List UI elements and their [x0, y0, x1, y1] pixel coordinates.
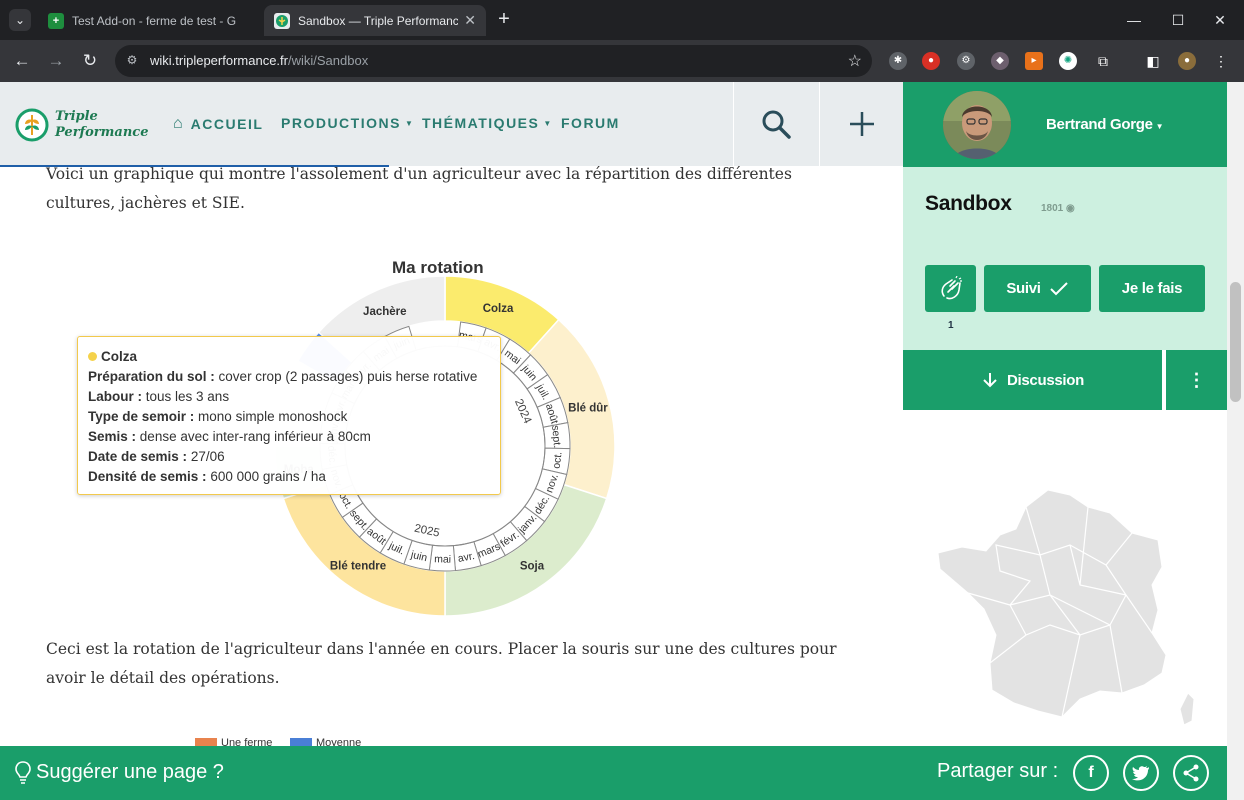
outro-paragraph: Ceci est la rotation de l'agriculteur da…: [46, 640, 837, 687]
extension-hubspot-icon[interactable]: ▸: [1025, 52, 1043, 70]
page-title: Sandbox: [925, 192, 1012, 215]
crop-slice-label: Blé dûr: [568, 403, 608, 415]
year-label: 2025: [413, 523, 441, 540]
rotation-chart[interactable]: ColzaBlé dûrSojaBlé tendreMohaJachèremar…: [0, 0, 903, 660]
close-window-icon[interactable]: ✕: [1208, 8, 1232, 32]
share-button[interactable]: [1173, 755, 1209, 791]
tooltip-row: Labour : tous les 3 ans: [88, 389, 230, 404]
caret-down-icon: ▼: [1155, 122, 1164, 131]
profile-avatar-icon[interactable]: ●: [1178, 52, 1196, 70]
facebook-share-button[interactable]: f: [1073, 755, 1109, 791]
extension-shield-icon[interactable]: ◆: [991, 52, 1009, 70]
follow-button[interactable]: Suivi: [984, 265, 1091, 312]
i-do-it-button[interactable]: Je le fais: [1099, 265, 1205, 312]
scrollbar-thumb[interactable]: [1230, 282, 1241, 402]
series-dot-icon: [88, 352, 97, 361]
lightbulb-icon: [15, 761, 31, 784]
extension-openai-icon[interactable]: ✺: [1059, 52, 1077, 70]
vertical-dots-icon: ⋮: [1187, 369, 1206, 390]
user-panel: Bertrand Gorge ▼: [903, 82, 1227, 167]
crop-slice-label: Jachère: [363, 306, 406, 318]
tooltip-row: Date de semis : 27/06: [88, 449, 225, 464]
extension-pokeball-icon[interactable]: ●: [922, 52, 940, 70]
twitter-bird-icon: [1132, 766, 1149, 781]
month-label: sept.: [549, 425, 563, 449]
tooltip-row: Préparation du sol : cover crop (2 passa…: [88, 369, 478, 384]
year-label: 2024: [512, 397, 534, 426]
check-icon: [1049, 281, 1068, 295]
tooltip-title: Colza: [101, 349, 138, 364]
user-avatar[interactable]: [943, 91, 1011, 159]
side-panel-icon[interactable]: ◧: [1144, 52, 1162, 70]
month-label: mai: [434, 553, 451, 565]
footer-bar: Suggérer une page ? Partager sur : f: [0, 746, 1227, 800]
user-menu-button[interactable]: Bertrand Gorge ▼: [1046, 116, 1164, 133]
browser-menu-icon[interactable]: ⋮: [1212, 52, 1230, 70]
share-label: Partager sur :: [937, 760, 1059, 782]
suggest-page-link[interactable]: Suggérer une page ?: [14, 760, 224, 784]
eye-icon: ◉: [1066, 203, 1075, 214]
month-label: oct.: [551, 451, 565, 469]
more-options-button[interactable]: ⋮: [1166, 350, 1227, 410]
crop-tooltip: Colza Préparation du sol : cover crop (2…: [77, 336, 501, 495]
twitter-share-button[interactable]: [1123, 755, 1159, 791]
applause-button[interactable]: [925, 265, 976, 312]
tooltip-row: Densité de semis : 600 000 grains / ha: [88, 469, 326, 484]
applause-count: 1: [948, 320, 954, 331]
crop-slice-label: Blé tendre: [330, 561, 386, 573]
arrow-down-icon: [983, 373, 997, 388]
extensions-puzzle-icon[interactable]: ⧉: [1094, 52, 1112, 70]
discussion-button[interactable]: Discussion: [903, 350, 1162, 410]
tooltip-row: Semis : dense avec inter-rang inférieur …: [88, 429, 371, 444]
minimize-icon[interactable]: —: [1122, 8, 1146, 32]
facebook-icon: f: [1088, 764, 1094, 781]
france-map[interactable]: [930, 485, 1205, 735]
extension-settings-icon[interactable]: ⚙: [957, 52, 975, 70]
view-count: 1801 ◉: [1041, 203, 1075, 214]
share-nodes-icon: [1183, 764, 1199, 782]
page-info-panel: Sandbox 1801 ◉ 1 Suivi Je le fais: [903, 167, 1227, 350]
maximize-icon[interactable]: ☐: [1166, 8, 1190, 32]
tooltip-row: Type de semoir : mono simple monoshock: [88, 409, 348, 424]
crop-slice-label: Colza: [483, 303, 514, 315]
clapping-hands-icon: [940, 275, 962, 299]
chart-title: Ma rotation: [392, 258, 484, 277]
crop-slice-label: Soja: [520, 561, 545, 573]
page-scrollbar[interactable]: [1227, 82, 1244, 800]
